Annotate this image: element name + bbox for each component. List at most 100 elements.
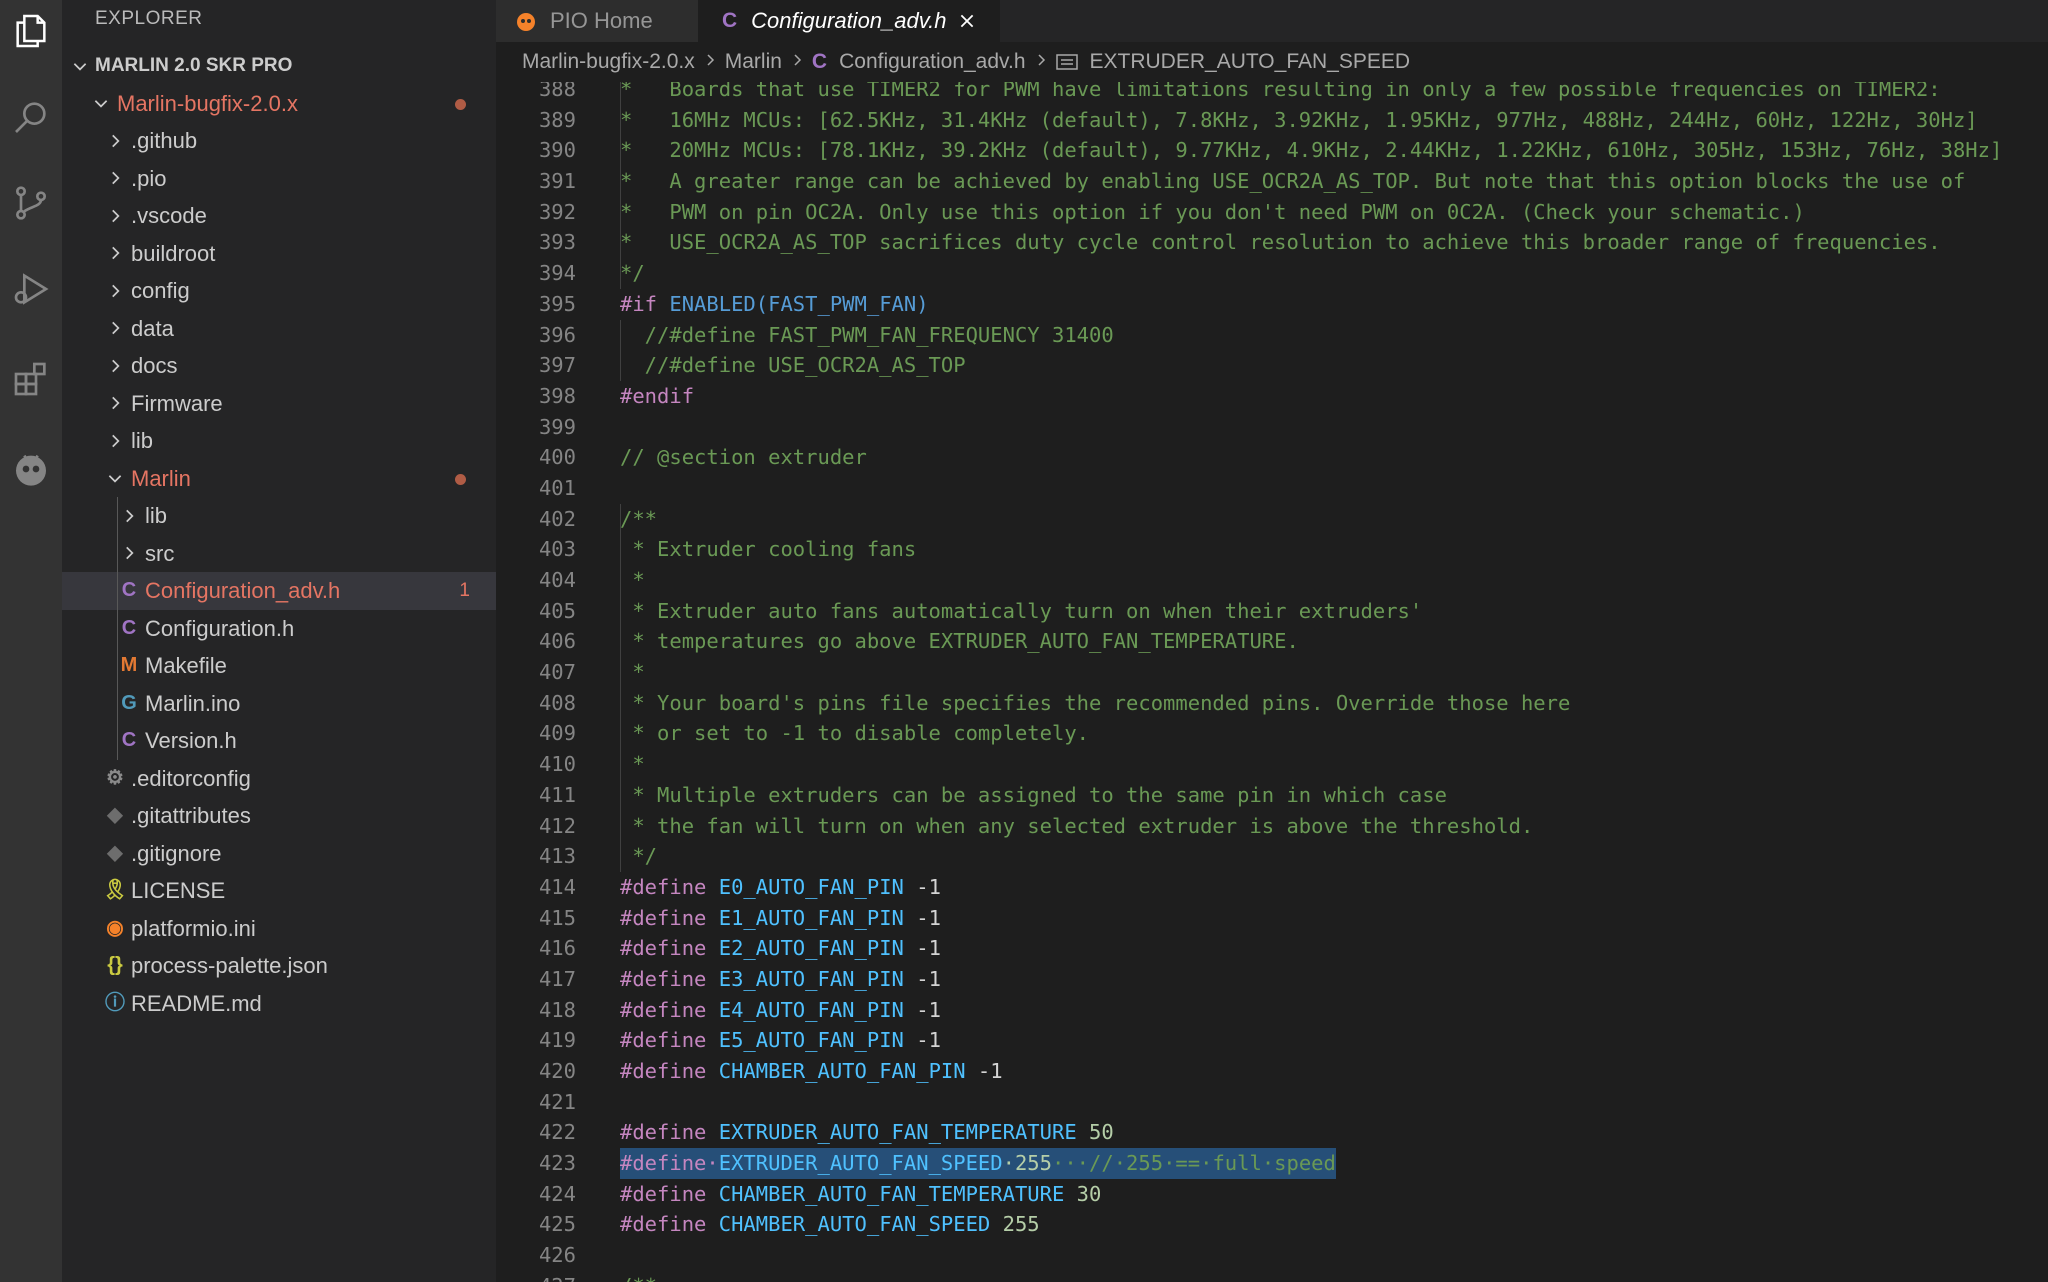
tree-folder-pio[interactable]: .pio <box>62 160 496 198</box>
breadcrumb-folder-root[interactable]: Marlin-bugfix-2.0.x <box>518 50 699 74</box>
code-text: #define CHAMBER_AUTO_FAN_PIN -1 <box>620 1056 1003 1087</box>
tree-folder-firmware[interactable]: Firmware <box>62 385 496 423</box>
code-line: 397 //#define USE_OCR2A_AS_TOP <box>496 350 2048 381</box>
tree-folder-docs[interactable]: docs <box>62 347 496 385</box>
code-text: #define E5_AUTO_FAN_PIN -1 <box>620 1025 941 1056</box>
code-text: * Multiple extruders can be assigned to … <box>620 780 1447 811</box>
tree-folder-buildroot[interactable]: buildroot <box>62 235 496 273</box>
tree-folder-lib[interactable]: lib <box>62 422 496 460</box>
chevron-down-icon <box>70 47 90 85</box>
code-line: 417 #define E3_AUTO_FAN_PIN -1 <box>496 964 2048 995</box>
code-text: //#define FAST_PWM_FAN_FREQUENCY 31400 <box>620 320 1114 351</box>
chevron-down-icon <box>91 85 111 123</box>
tab-configuration-adv[interactable]: C Configuration_adv.h <box>698 0 1000 42</box>
code-token: 50 <box>1076 1120 1114 1145</box>
code-text: #define E4_AUTO_FAN_PIN -1 <box>620 995 941 1026</box>
search-icon[interactable] <box>0 86 62 148</box>
tree-item-label: Firmware <box>131 390 223 416</box>
code-token: /** <box>620 1274 657 1282</box>
chevron-right-icon <box>105 160 125 198</box>
modified-dot-icon <box>455 473 466 485</box>
code-line: 416 #define E2_AUTO_FAN_PIN -1 <box>496 933 2048 964</box>
tree-item-label: platformio.ini <box>131 915 256 941</box>
code-text: #endif <box>620 381 694 412</box>
platformio-icon[interactable] <box>0 438 62 500</box>
code-text: #define·EXTRUDER_AUTO_FAN_SPEED·255···//… <box>620 1148 1336 1179</box>
tree-folder-marlin-bugfix-2-0-x[interactable]: Marlin-bugfix-2.0.x <box>62 85 496 123</box>
tree-file-license[interactable]: 🎗 LICENSE <box>62 872 496 910</box>
code-token: -1 <box>903 997 941 1022</box>
tree-file-gitattributes[interactable]: ◆ .gitattributes <box>62 797 496 835</box>
line-number: 392 <box>538 199 576 224</box>
tree-folder-lib[interactable]: lib <box>62 497 496 535</box>
tree-file-readme-md[interactable]: ⓘ README.md <box>62 985 496 1023</box>
code-token: #define <box>620 1120 719 1145</box>
modified-dot-icon <box>455 98 466 110</box>
code-editor[interactable]: 388 * Boards that use TIMER2 for PWM have… <box>496 82 2048 1282</box>
line-number: 405 <box>538 598 576 623</box>
tree-item-label: Configuration_adv.h <box>145 578 341 603</box>
code-text: * <box>620 565 645 596</box>
code-token: * <box>620 568 645 592</box>
editor-area: PIO Home C Configuration_adv.h Marlin-bu… <box>496 0 2048 1282</box>
chevron-right-icon <box>105 122 125 160</box>
tree-file-platformio-ini[interactable]: ◉ platformio.ini <box>62 910 496 948</box>
tree-folder-config[interactable]: config <box>62 272 496 310</box>
code-text: // @section extruder <box>620 442 867 473</box>
workspace-root[interactable]: MARLIN 2.0 SKR PRO <box>62 47 496 85</box>
breadcrumb-file[interactable]: Configuration_adv.h <box>835 50 1029 74</box>
line-number: 403 <box>538 537 576 562</box>
tree-file-configuration-h[interactable]: C Configuration.h <box>62 609 496 647</box>
close-icon[interactable] <box>958 12 976 30</box>
file-type-icon: ◆ <box>107 804 123 826</box>
extensions-icon[interactable] <box>0 348 62 410</box>
tree-file-configuration-adv-h[interactable]: C Configuration_adv.h 1 <box>62 572 496 610</box>
source-control-icon[interactable] <box>0 172 62 234</box>
tree-folder-data[interactable]: data <box>62 310 496 348</box>
code-text: /** <box>620 1271 657 1282</box>
tree-folder-src[interactable]: src <box>62 534 496 572</box>
chevron-right-icon <box>119 497 139 535</box>
line-number: 407 <box>538 660 576 685</box>
tree-folder-github[interactable]: .github <box>62 122 496 160</box>
tree-file-makefile[interactable]: M Makefile <box>62 647 496 685</box>
tree-item-label: docs <box>131 353 178 378</box>
run-debug-icon[interactable] <box>0 258 62 320</box>
activity-bar <box>0 0 62 1282</box>
tree-file-process-palette-json[interactable]: {} process-palette.json <box>62 947 496 985</box>
tree-file-version-h[interactable]: C Version.h <box>62 722 496 760</box>
line-number: 423 <box>538 1151 576 1176</box>
line-number: 419 <box>538 1028 576 1053</box>
line-number: 410 <box>538 752 576 777</box>
code-line: 426 <box>496 1240 2048 1271</box>
breadcrumb-folder-marlin[interactable]: Marlin <box>721 50 786 74</box>
code-token: #define <box>620 1059 719 1083</box>
line-number: 408 <box>538 690 576 715</box>
tree-file-editorconfig[interactable]: ⚙ .editorconfig <box>62 760 496 798</box>
tree-file-marlin-ino[interactable]: G Marlin.ino <box>62 684 496 722</box>
code-token: -1 <box>903 966 941 991</box>
code-text: * or set to -1 to disable completely. <box>620 718 1089 749</box>
code-token: -1 <box>903 1028 941 1053</box>
code-line: 398 #endif <box>496 381 2048 412</box>
code-text: */ <box>620 258 645 289</box>
file-type-icon: ◉ <box>106 916 124 939</box>
code-token: * PWM on pin OC2A. Only use this option … <box>620 199 1805 224</box>
breadcrumb: Marlin-bugfix-2.0.x Marlin C Configurati… <box>496 42 2048 82</box>
breadcrumb-symbol[interactable]: EXTRUDER_AUTO_FAN_SPEED <box>1086 50 1415 74</box>
tree-folder-marlin[interactable]: Marlin <box>62 460 496 498</box>
tree-folder-vscode[interactable]: .vscode <box>62 197 496 235</box>
file-type-icon: G <box>121 691 137 714</box>
tree-item-label: data <box>131 315 174 341</box>
chevron-right-icon <box>105 422 125 460</box>
explorer-icon[interactable] <box>0 0 62 62</box>
tab-pio-home[interactable]: PIO Home <box>496 0 698 42</box>
tree-item-label: Marlin <box>131 465 191 491</box>
code-token: ·255 <box>1002 1151 1052 1176</box>
code-token: -1 <box>903 936 941 961</box>
line-number: 402 <box>538 506 576 531</box>
code-text: * Extruder cooling fans <box>620 534 916 565</box>
code-token: #define <box>620 1181 719 1206</box>
code-token: #define <box>620 1212 719 1237</box>
tree-file-gitignore[interactable]: ◆ .gitignore <box>62 835 496 873</box>
